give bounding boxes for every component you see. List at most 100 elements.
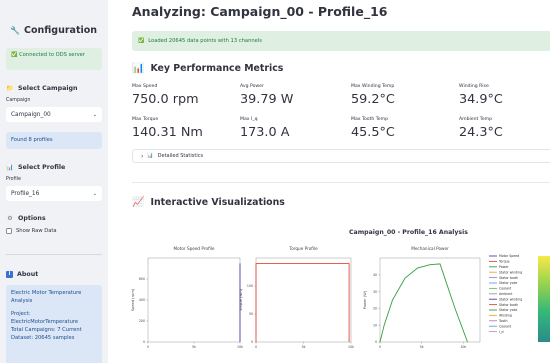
legend-label: Torque bbox=[498, 260, 510, 264]
y-tick-label: 40 bbox=[373, 273, 377, 277]
profiles-found-alert: Found 8 profiles bbox=[6, 132, 102, 149]
x-tick-label: 5k bbox=[302, 345, 306, 349]
x-tick-label: 5k bbox=[192, 345, 196, 349]
expander-label: Detailed Statistics bbox=[157, 153, 204, 159]
subplot-axes bbox=[379, 257, 481, 343]
x-tick-label: 10k bbox=[460, 345, 466, 349]
colorbar bbox=[538, 256, 550, 342]
sidebar-title: 🔧 Configuration bbox=[10, 25, 102, 36]
about-project-label: Project: bbox=[11, 311, 31, 318]
about-box: Electric Motor Temperature Analysis Proj… bbox=[6, 285, 102, 363]
x-tick-label: 0 bbox=[255, 345, 257, 349]
metric-max-torque: Max Torque 140.31 Nm bbox=[132, 117, 203, 140]
metric-max-iq: Max I_q 173.0 A bbox=[240, 117, 289, 140]
load-status-text: Loaded 20645 data points with 13 channel… bbox=[148, 38, 263, 44]
legend-label: Ambient bbox=[499, 292, 513, 296]
y-axis-label: Speed (rpm) bbox=[131, 288, 135, 311]
y-axis-label: Torque (Nm) bbox=[239, 288, 243, 312]
select-profile-heading-text: Select Profile bbox=[18, 164, 66, 171]
chevron-down-icon: ⌄ bbox=[92, 111, 97, 118]
options-heading: ⚙ Options bbox=[6, 215, 102, 222]
line-chart-icon: 📈 bbox=[132, 197, 145, 208]
y-tick-label: 600 bbox=[139, 277, 145, 281]
show-raw-data-checkbox[interactable]: Show Raw Data bbox=[6, 228, 102, 234]
connection-status-text: Connected to ODS server bbox=[19, 52, 86, 58]
select-profile-heading: 📊 Select Profile bbox=[6, 164, 102, 171]
load-status-alert: ✅ Loaded 20645 data points with 13 chann… bbox=[132, 31, 550, 51]
legend-label: Coolant bbox=[499, 287, 512, 291]
metric-value: 39.79 W bbox=[240, 92, 294, 107]
y-axis-label: Power (W) bbox=[363, 290, 367, 309]
wrench-icon: 🔧 bbox=[10, 26, 20, 35]
legend-label: Stator tooth bbox=[499, 303, 518, 307]
y-tick-label: 400 bbox=[139, 298, 145, 302]
legend-label: Power bbox=[499, 265, 509, 269]
metric-winding-rise: Winding Rise 34.9°C bbox=[459, 84, 503, 107]
metric-label: Winding Rise bbox=[459, 84, 489, 89]
show-raw-data-label: Show Raw Data bbox=[16, 228, 57, 234]
sidebar-title-text: Configuration bbox=[24, 25, 98, 36]
legend-label: I_d bbox=[499, 330, 504, 334]
about-dataset: Dataset: 20645 samples bbox=[11, 335, 75, 342]
metric-label: Max I_q bbox=[240, 117, 258, 122]
y-tick-label: 10 bbox=[373, 323, 377, 327]
detailed-statistics-expander[interactable]: › 📊 Detailed Statistics bbox=[132, 149, 550, 163]
kpi-heading: 📊 Key Performance Metrics bbox=[132, 63, 283, 74]
gear-icon: ⚙ bbox=[7, 215, 13, 222]
subplot-axes bbox=[147, 257, 241, 343]
kpi-heading-text: Key Performance Metrics bbox=[150, 63, 284, 74]
connection-status-alert: ✅ Connected to ODS server bbox=[6, 48, 102, 70]
select-campaign-heading-text: Select Campaign bbox=[18, 85, 78, 92]
profile-select[interactable]: Profile_16 ⌄ bbox=[6, 186, 102, 201]
analysis-figure: Campaign_00 - Profile_16 Analysis Motor S… bbox=[108, 226, 550, 363]
legend-label: Motor Speed bbox=[499, 254, 519, 258]
metric-label: Max Winding Temp bbox=[351, 84, 395, 89]
chevron-right-icon: › bbox=[141, 152, 144, 160]
main-content: Analyzing: Campaign_00 - Profile_16 ✅ Lo… bbox=[108, 0, 550, 363]
chart-icon: 📊 bbox=[147, 153, 154, 159]
y-tick-label: 30 bbox=[373, 290, 377, 294]
about-heading: i About bbox=[6, 271, 102, 278]
bar-chart-icon: 📊 bbox=[132, 63, 145, 74]
metric-value: 750.0 rpm bbox=[132, 92, 199, 107]
y-tick-label: 0 bbox=[143, 340, 145, 344]
profile-label: Profile bbox=[6, 177, 21, 182]
metric-value: 59.2°C bbox=[351, 92, 395, 107]
checkbox-box[interactable] bbox=[6, 228, 12, 234]
chart-icon: 📊 bbox=[6, 164, 14, 171]
metric-label: Avg Power bbox=[240, 84, 264, 89]
profiles-found-text: Found 8 profiles bbox=[11, 137, 53, 144]
campaign-select[interactable]: Campaign_00 ⌄ bbox=[6, 107, 102, 122]
y-tick-label: 100 bbox=[247, 284, 253, 288]
x-tick-label: 0 bbox=[379, 345, 381, 349]
x-tick-label: 10k bbox=[348, 345, 354, 349]
legend-label: Stator yoke bbox=[499, 281, 517, 285]
y-tick-label: 50 bbox=[249, 312, 253, 316]
metric-label: Max Torque bbox=[132, 117, 159, 122]
legend-label: Stator winding bbox=[499, 270, 522, 274]
viz-heading: 📈 Interactive Visualizations bbox=[132, 197, 285, 208]
metric-max-winding-temp: Max Winding Temp 59.2°C bbox=[351, 84, 395, 107]
subplot-title: Motor Speed Profile bbox=[174, 246, 215, 251]
select-campaign-heading: 📁 Select Campaign bbox=[6, 85, 102, 92]
y-tick-label: 0 bbox=[375, 340, 377, 344]
sidebar-divider bbox=[6, 254, 102, 255]
metric-value: 24.3°C bbox=[459, 125, 503, 140]
metric-ambient-temp: Ambient Temp 24.3°C bbox=[459, 117, 503, 140]
legend-label: Coolant bbox=[499, 324, 512, 328]
metric-value: 34.9°C bbox=[459, 92, 503, 107]
about-project: ElectricMotorTemperature bbox=[11, 319, 79, 326]
campaign-label: Campaign bbox=[6, 98, 31, 103]
metric-value: 45.5°C bbox=[351, 125, 395, 140]
campaign-select-value: Campaign_00 bbox=[11, 111, 51, 118]
page-title: Analyzing: Campaign_00 - Profile_16 bbox=[132, 4, 388, 19]
options-heading-text: Options bbox=[18, 215, 46, 222]
folder-icon: 📁 bbox=[6, 85, 14, 92]
figure-suptitle: Campaign_00 - Profile_16 Analysis bbox=[349, 229, 468, 236]
metric-avg-power: Avg Power 39.79 W bbox=[240, 84, 293, 107]
about-description: Electric Motor Temperature Analysis bbox=[11, 290, 82, 305]
legend-label: Stator tooth bbox=[499, 276, 518, 280]
x-tick-label: 5k bbox=[420, 345, 424, 349]
legend-label: Winding bbox=[499, 314, 512, 318]
chevron-down-icon: ⌄ bbox=[92, 190, 97, 197]
